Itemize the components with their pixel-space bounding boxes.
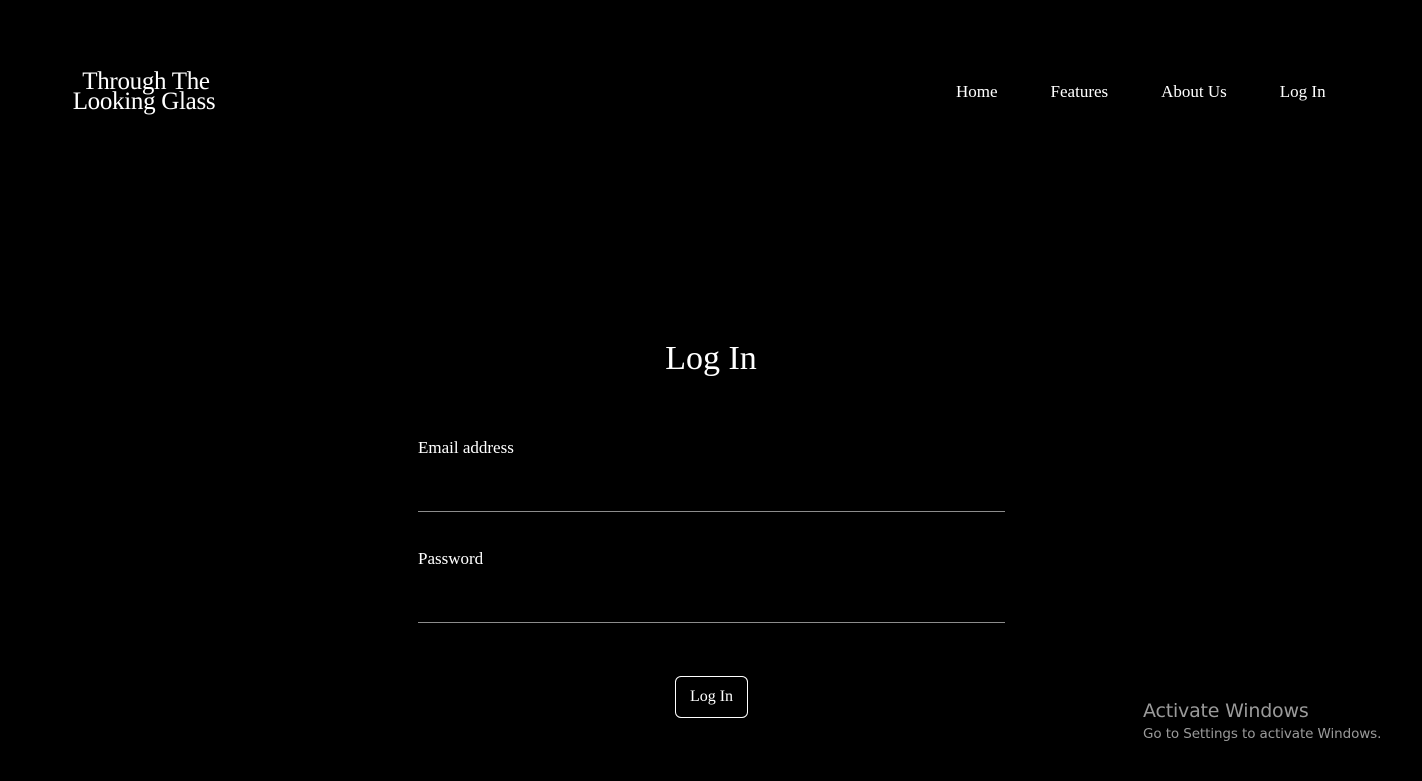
- watermark-title: Activate Windows: [1143, 700, 1309, 722]
- nav-link-home[interactable]: Home: [956, 82, 998, 102]
- password-field-group: Password: [418, 547, 1005, 623]
- login-page: Through The Looking Glass Home Features …: [0, 0, 1422, 781]
- watermark-subtitle: Go to Settings to activate Windows.: [1143, 726, 1382, 742]
- page-title: Log In: [665, 340, 757, 377]
- password-input[interactable]: [418, 589, 1005, 623]
- email-label: Email address: [418, 438, 514, 457]
- email-field-group: Email address: [418, 436, 1005, 512]
- login-form: Email address Password: [418, 436, 1005, 623]
- nav-link-features[interactable]: Features: [1051, 82, 1109, 102]
- log-in-button[interactable]: Log In: [675, 676, 748, 718]
- password-label: Password: [418, 549, 484, 568]
- main-nav: Home Features About Us Log In: [956, 82, 1326, 102]
- site-logo[interactable]: Through The Looking Glass: [66, 69, 236, 114]
- email-input[interactable]: [418, 478, 1005, 512]
- nav-link-log-in[interactable]: Log In: [1280, 82, 1326, 102]
- nav-link-about-us[interactable]: About Us: [1161, 82, 1227, 102]
- windows-activation-watermark: Activate Windows Go to Settings to activ…: [1143, 699, 1381, 745]
- logo-line-2: Looking Glass: [72, 88, 216, 115]
